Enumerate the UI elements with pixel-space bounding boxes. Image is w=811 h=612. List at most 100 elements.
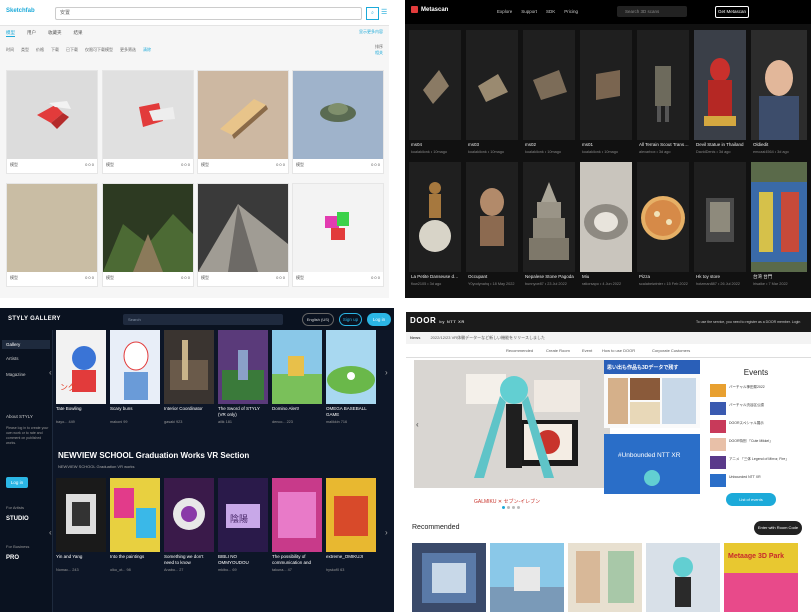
work-card[interactable]: 陰陽 BIBLI NO OMMYOUDOU mkibo... 69	[218, 478, 268, 578]
enter-room-code-button[interactable]: Enter with Room Code	[754, 521, 802, 535]
scan-title[interactable]: Oldiedit	[753, 142, 807, 147]
work-title[interactable]: Domino Alert!	[272, 406, 322, 412]
sidebar-item-artists[interactable]: Artists	[6, 356, 19, 361]
scan-title[interactable]: Pizza	[639, 274, 689, 279]
nav-explore[interactable]: Explore	[497, 9, 512, 14]
model-card[interactable]: 模型 0 0 0	[6, 183, 98, 287]
scan-thumbnail[interactable]	[523, 162, 575, 272]
scan-title[interactable]: 台湾 台門	[753, 274, 807, 280]
work-card[interactable]: Yin and Yang Nomac... 243	[56, 478, 106, 578]
work-thumbnail[interactable]	[164, 330, 214, 404]
work-thumbnail[interactable]	[326, 478, 376, 552]
scan-card[interactable]: La Petite Danseuse de Quator... flow2105 …	[409, 162, 461, 292]
filter-downloaded[interactable]: 已下载	[66, 47, 78, 53]
metascan-logo[interactable]: Metascan	[411, 6, 448, 13]
work-card[interactable]: ング Tate Bowling bayo... 449	[56, 330, 106, 430]
studio-link[interactable]: STUDIO	[6, 516, 29, 522]
tab-users[interactable]: 用户	[27, 30, 36, 36]
work-title[interactable]: Yin and Yang	[56, 554, 106, 560]
tab-collections[interactable]: 收藏夹	[48, 30, 62, 36]
scan-thumbnail[interactable]	[694, 162, 746, 272]
model-card[interactable]: 模型 0 0 0	[102, 70, 194, 174]
model-card[interactable]: 模型 0 0 0	[197, 70, 289, 174]
carousel-next-icon[interactable]: ›	[385, 528, 388, 537]
scan-card[interactable]: Occupant Y0yodynahq • 18 May 2022	[466, 162, 518, 292]
door-top-links[interactable]: To use the service, you need to register…	[696, 320, 800, 324]
model-thumbnail[interactable]	[7, 71, 97, 159]
work-thumbnail[interactable]	[164, 478, 214, 552]
sidebar-item-magazine[interactable]: Magazine	[6, 372, 26, 377]
work-title[interactable]: extreme_OMIKUJI	[326, 554, 376, 560]
work-card[interactable]: Domino Alert! denco... 223	[272, 330, 322, 430]
model-thumbnail[interactable]	[293, 184, 383, 272]
work-title[interactable]: The possibility of communication and the…	[272, 554, 322, 566]
work-card[interactable]: OMEGA BASEBALL GAME malikkin 716	[326, 330, 376, 430]
news-text[interactable]: 2022/12/23 VR体験データーなど新しい機能をリリースしました	[430, 335, 545, 340]
model-card[interactable]: 模型 0 0 0	[292, 70, 384, 174]
model-thumbnail[interactable]	[293, 71, 383, 159]
filter-more[interactable]: 更多筛选	[120, 47, 136, 53]
show-more-link[interactable]: 显示更多内容	[359, 29, 383, 35]
filter-type[interactable]: 类型	[21, 47, 29, 53]
scan-card[interactable]: Miu ratiorsapo • 4 Jun 2022	[580, 162, 632, 292]
search-input[interactable]: Search	[123, 314, 283, 325]
scan-thumbnail[interactable]	[523, 30, 575, 140]
work-thumbnail[interactable]	[218, 330, 268, 404]
model-thumbnail[interactable]	[7, 184, 97, 272]
filter-download[interactable]: 下载	[51, 47, 59, 53]
scan-card[interactable]: ms02 koalakilonk • 10mago	[523, 30, 575, 160]
scan-thumbnail[interactable]	[466, 30, 518, 140]
work-title[interactable]: Scary buns	[110, 406, 160, 412]
list-of-events-button[interactable]: List of events	[726, 493, 776, 506]
work-card[interactable]: Interior Coordinator gasaki 923	[164, 330, 214, 430]
work-title[interactable]: BIBLI NO OMMYOUDOU	[218, 554, 268, 566]
scan-title[interactable]: Hk toy store	[696, 274, 746, 279]
model-card[interactable]: 模型 0 0 0	[6, 70, 98, 174]
search-icon[interactable]: ⌕	[366, 7, 379, 20]
work-title[interactable]: Something we don't need to know	[164, 554, 214, 566]
scan-card[interactable]: 台湾 台門 Irisaike • 7 Mar 2022	[751, 162, 807, 292]
scan-thumbnail[interactable]	[694, 30, 746, 140]
hero-banner[interactable]: GALMIKU ✕ セブン-イレブン ‹	[414, 360, 610, 514]
model-card[interactable]: 模型 0 0 0	[102, 183, 194, 287]
scan-card[interactable]: ms03 koalakilonk • 10mago	[466, 30, 518, 160]
scan-thumbnail[interactable]	[751, 30, 807, 140]
scan-card[interactable]: Pizza scalabeiwinter • 15 Feb 2022	[637, 162, 689, 292]
tab-results[interactable]: 结果	[74, 30, 83, 36]
carousel-prev-icon[interactable]: ‹	[416, 420, 424, 432]
log-in-button[interactable]: Log in	[367, 313, 391, 326]
work-title[interactable]: Into the paintings	[110, 554, 160, 560]
room-card[interactable]	[646, 543, 720, 612]
scan-title[interactable]: La Petite Danseuse de Quator...	[411, 274, 461, 279]
scan-thumbnail[interactable]	[637, 162, 689, 272]
work-title[interactable]: The Sword of STYLY (VR only)	[218, 406, 268, 418]
scan-thumbnail[interactable]	[751, 162, 807, 272]
scan-card[interactable]: Nepalese Stone Pagoda bunnyoe87 • 23 Jul …	[523, 162, 575, 292]
work-title[interactable]: Interior Coordinator	[164, 406, 214, 412]
scan-thumbnail[interactable]	[580, 162, 632, 272]
work-thumbnail[interactable]	[110, 330, 160, 404]
carousel-dots[interactable]	[502, 506, 520, 509]
work-thumbnail[interactable]	[110, 478, 160, 552]
menu-icon[interactable]: ☰	[381, 8, 389, 18]
filter-price[interactable]: 价格	[36, 47, 44, 53]
scan-title[interactable]: ms04	[411, 142, 461, 147]
sign-up-button[interactable]: Sign up	[339, 313, 362, 326]
work-card[interactable]: The Sword of STYLY (VR only) ailik 181	[218, 330, 268, 430]
work-thumbnail[interactable]	[56, 478, 106, 552]
event-item[interactable]: アニメ 「三体 Legend of Mirror, Fire」	[710, 456, 802, 470]
work-card[interactable]: Something we don't need to know Anabo... …	[164, 478, 214, 578]
scan-card[interactable]: Devil Statue in Thailand DavidDenis • 3d …	[694, 30, 746, 160]
sort-dropdown[interactable]: 排序 相关	[375, 44, 383, 56]
scan-title[interactable]: Devil Statue in Thailand	[696, 142, 746, 147]
scan-title[interactable]: ms03	[468, 142, 518, 147]
work-thumbnail[interactable]: ング	[56, 330, 106, 404]
work-card[interactable]: Into the paintings olko_ot... 98	[110, 478, 160, 578]
tab-event[interactable]: Event	[582, 348, 592, 353]
scan-thumbnail[interactable]	[409, 162, 461, 272]
model-thumbnail[interactable]	[103, 184, 193, 272]
scan-thumbnail[interactable]	[580, 30, 632, 140]
work-card[interactable]: The possibility of communication and the…	[272, 478, 322, 578]
room-card[interactable]	[412, 543, 486, 612]
scan-title[interactable]: ms01	[582, 142, 632, 147]
